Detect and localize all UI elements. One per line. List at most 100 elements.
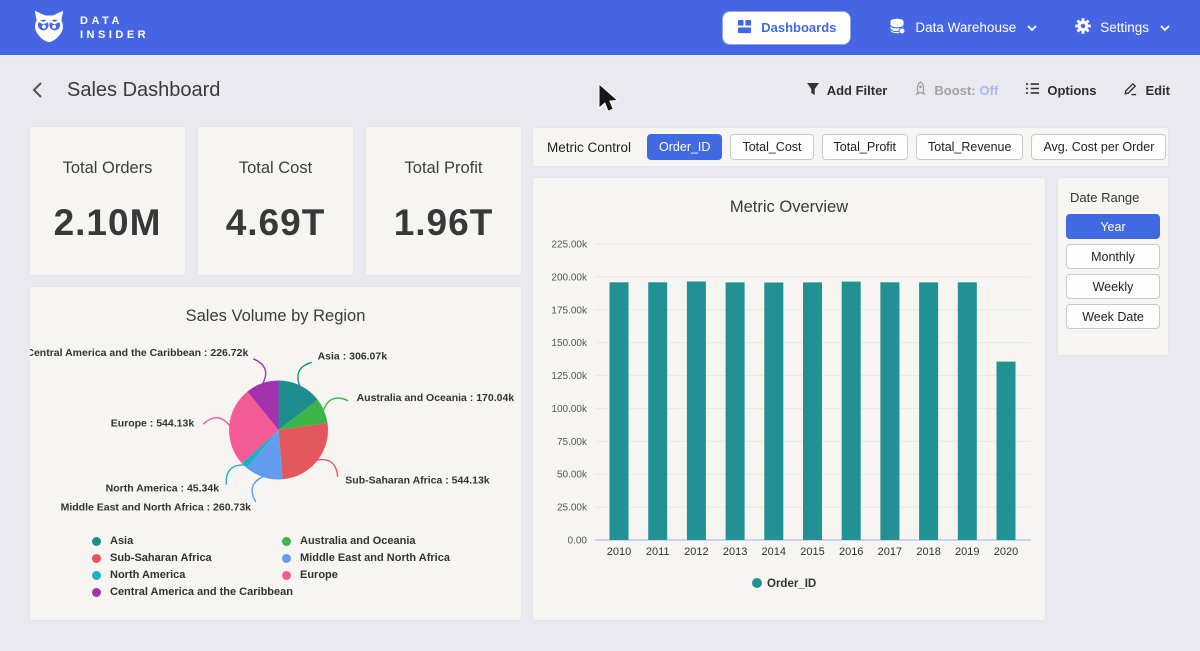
legend-dot-icon [282,571,291,580]
boost-value: Off [980,83,999,98]
kpi-card-total-orders: Total Orders 2.10M [30,127,185,275]
pie-leader-line [298,362,312,386]
data-warehouse-label: Data Warehouse [915,20,1016,35]
date-range-button-monthly[interactable]: Monthly [1066,244,1160,269]
y-axis-tick-label: 75.00k [557,437,588,448]
metric-button-total-cost[interactable]: Total_Cost [730,134,813,160]
pie-leader-line [203,418,230,427]
bar-2014[interactable] [764,283,783,541]
legend-label: Central America and the Caribbean [110,586,293,598]
legend-label: Asia [110,535,133,547]
pie-legend-item-europe[interactable]: Europe [282,567,450,583]
y-axis-tick-label: 175.00k [551,305,588,316]
legend-label: Sub-Saharan Africa [110,552,212,564]
date-range-button-weekly[interactable]: Weekly [1066,274,1160,299]
legend-dot-icon [282,537,291,546]
bar-2010[interactable] [610,282,629,540]
y-axis-tick-label: 0.00 [568,536,588,547]
pie-legend-item-middle-east-and-north-africa[interactable]: Middle East and North Africa [282,550,450,566]
metric-control-bar: Metric Control Order_ID Total_Cost Total_P… [533,128,1168,166]
bar-2016[interactable] [842,282,861,540]
kpi-value: 2.10M [54,202,162,244]
metric-button-total-revenue[interactable]: Total_Revenue [916,134,1023,160]
kpi-label: Total Cost [239,159,312,178]
kpi-card-total-profit: Total Profit 1.96T [366,127,521,275]
owl-logo-icon [30,6,68,49]
legend-dot-icon [92,537,101,546]
legend-dot-icon [92,554,101,563]
metric-button-group: Order_ID Total_Cost Total_Profit Total_Reve… [647,134,1166,160]
bar-2013[interactable] [726,282,745,540]
x-axis-tick-label: 2015 [800,546,824,558]
bar-2017[interactable] [880,282,899,540]
y-axis-tick-label: 50.00k [557,470,588,481]
edit-button[interactable]: Edit [1123,81,1170,99]
pie-legend-item-asia[interactable]: Asia [92,533,282,549]
y-axis-tick-label: 100.00k [551,404,588,415]
bar-2015[interactable] [803,282,822,540]
dashboards-label: Dashboards [761,20,836,35]
edit-icon [1123,81,1138,99]
page-header: Sales Dashboard Add Filter Boost: Off [0,55,1200,125]
pie-leader-line [323,398,348,411]
x-axis-tick-label: 2020 [994,546,1018,558]
y-axis-tick-label: 150.00k [551,338,588,349]
kpi-label: Total Profit [405,159,483,178]
bar-2020[interactable] [997,362,1016,540]
y-axis-tick-label: 25.00k [557,503,588,514]
metric-button-total-profit[interactable]: Total_Profit [822,134,909,160]
data-warehouse-menu[interactable]: Data Warehouse [889,18,1037,38]
pie-data-label: Asia : 306.07k [318,351,388,363]
boost-label: Boost: [934,83,975,98]
legend-label: Europe [300,569,338,581]
kpi-value: 4.69T [226,202,326,244]
bar-2011[interactable] [648,282,667,540]
brand-line2: INSIDER [80,28,149,42]
pie-data-label: Middle East and North Africa : 260.73k [61,501,252,513]
date-range-button-group: Year Monthly Weekly Week Date [1066,214,1160,329]
pie-legend-item-australia-and-oceania[interactable]: Australia and Oceania [282,533,450,549]
options-button[interactable]: Options [1025,82,1096,98]
top-nav: DATA INSIDER Dashboards [0,0,1200,55]
pie-legend-item-north-america[interactable]: North America [92,567,282,583]
bar-2018[interactable] [919,282,938,540]
kpi-label: Total Orders [63,159,153,178]
page-title: Sales Dashboard [67,79,220,102]
bar-chart-card: Metric Overview 225.00k200.00k175.00k150… [533,178,1045,620]
legend-dot-icon [752,578,762,588]
boost-toggle[interactable]: Boost: Off [914,81,998,99]
pie-legend-item-central-america-and-the-caribbean[interactable]: Central America and the Caribbean [92,584,282,600]
pie-leader-line [317,460,338,477]
pie-slice-sub-saharan-africa[interactable] [279,423,329,479]
pie-data-label: North America : 45.34k [106,483,220,495]
dashboards-button[interactable]: Dashboards [722,11,851,45]
pie-legend: Asia Australia and Oceania Sub-Saharan Afr… [92,533,450,600]
settings-menu[interactable]: Settings [1075,18,1170,37]
brand-logo[interactable]: DATA INSIDER [30,6,149,49]
legend-dot-icon [282,554,291,563]
y-axis-tick-label: 225.00k [551,240,588,251]
date-range-button-week-date[interactable]: Week Date [1066,304,1160,329]
x-axis-tick-label: 2010 [607,546,631,558]
metric-button-avg-cost-per-order[interactable]: Avg. Cost per Order [1031,134,1166,160]
x-axis-tick-label: 2016 [839,546,863,558]
pie-chart-card: Sales Volume by Region Asia : 306.07k Aus… [30,287,521,620]
pie-legend-item-sub-saharan-africa[interactable]: Sub-Saharan Africa [92,550,282,566]
bar-2019[interactable] [958,282,977,540]
metric-control-label: Metric Control [547,140,631,155]
bar-2012[interactable] [687,282,706,541]
pie-chart-title: Sales Volume by Region [30,287,521,326]
add-filter-button[interactable]: Add Filter [806,82,888,99]
legend-dot-icon [92,588,101,597]
bar-legend-label[interactable]: Order_ID [767,578,816,590]
date-range-button-year[interactable]: Year [1066,214,1160,239]
chevron-down-icon [1027,20,1037,35]
metric-button-order-id[interactable]: Order_ID [647,134,722,160]
back-button[interactable] [30,80,50,100]
bar-chart-title: Metric Overview [533,178,1045,217]
brand-line1: DATA [80,14,149,28]
date-range-panel: Date Range YearMonthlyWeeklyWeek Date [1058,178,1168,355]
edit-label: Edit [1145,83,1170,98]
x-axis-tick-label: 2017 [878,546,902,558]
filter-icon [806,82,820,99]
